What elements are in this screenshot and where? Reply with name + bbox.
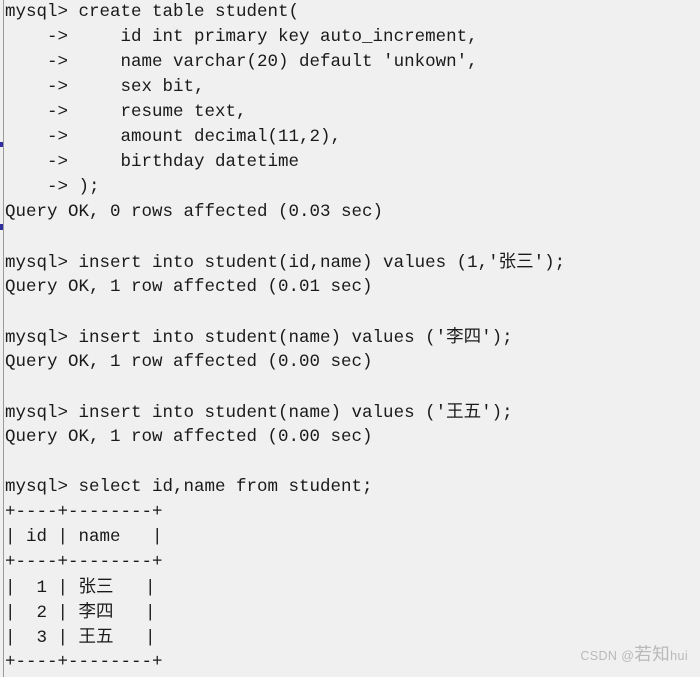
result-table-border: +----+--------+	[5, 552, 163, 572]
console-line: -> resume text,	[5, 102, 247, 122]
cjk-text: 李四	[446, 327, 482, 347]
console-line: mysql> insert into student(name) values …	[5, 327, 513, 348]
result-table-border: +----+--------+	[5, 502, 163, 522]
result-table-header: | id | name |	[5, 527, 163, 547]
cjk-text: 王五	[78, 627, 114, 647]
window-left-gutter	[0, 0, 4, 677]
mysql-console-window[interactable]: mysql> create table student( -> id int p…	[0, 0, 700, 677]
cjk-text: 王五	[446, 402, 482, 422]
console-line: -> name varchar(20) default 'unkown',	[5, 52, 478, 72]
console-line: mysql> insert into student(name) values …	[5, 402, 513, 423]
cjk-text: 李四	[78, 602, 114, 622]
console-line: -> amount decimal(11,2),	[5, 127, 342, 147]
csdn-watermark: CSDN @若知hui	[580, 645, 688, 665]
cjk-text: 张三	[498, 252, 534, 272]
console-line-result: Query OK, 0 rows affected (0.03 sec)	[5, 202, 384, 222]
console-line: mysql> create table student(	[5, 2, 300, 22]
console-line: -> );	[5, 177, 100, 197]
cjk-text: 张三	[78, 577, 114, 597]
console-line: mysql> insert into student(id,name) valu…	[5, 252, 566, 273]
console-line-result: Query OK, 1 row affected (0.00 sec)	[5, 352, 373, 372]
result-table-row: | 2 | 李四 |	[5, 602, 156, 623]
cjk-text: 若知	[634, 645, 671, 665]
console-line: mysql> select id,name from student;	[5, 477, 373, 497]
console-line: -> birthday datetime	[5, 152, 300, 172]
result-table-row: | 1 | 张三 |	[5, 577, 156, 598]
console-line-result: Query OK, 1 row affected (0.00 sec)	[5, 427, 373, 447]
console-line-result: Query OK, 1 row affected (0.01 sec)	[5, 277, 373, 297]
gutter-marker-lower	[0, 224, 3, 230]
console-output[interactable]: mysql> create table student( -> id int p…	[5, 0, 700, 677]
gutter-marker-upper	[0, 142, 3, 147]
console-line: -> sex bit,	[5, 77, 205, 97]
console-line: -> id int primary key auto_increment,	[5, 27, 478, 47]
